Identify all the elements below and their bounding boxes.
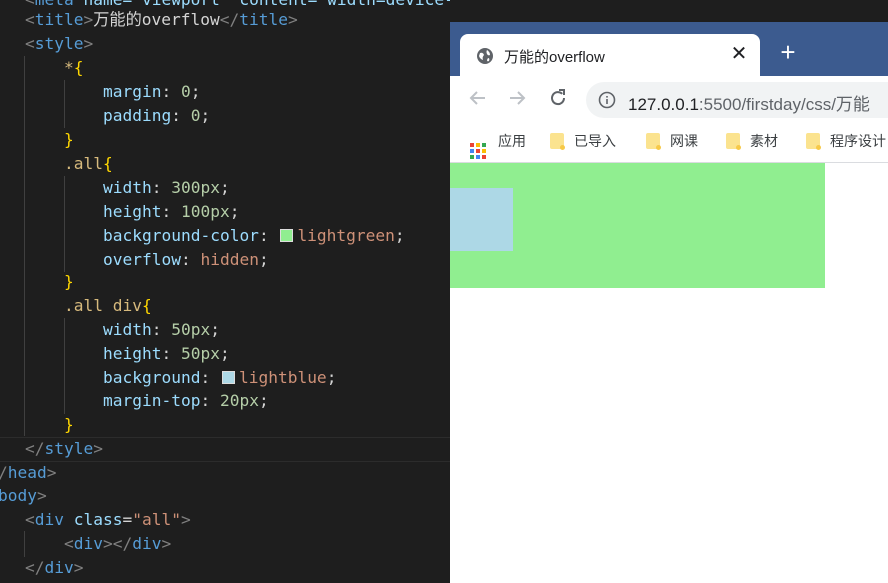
- bookmark-folder[interactable]: 已导入: [550, 131, 616, 151]
- folder-icon: [646, 133, 661, 150]
- indent-guide: [24, 56, 25, 436]
- close-icon[interactable]: ✕: [730, 43, 748, 65]
- code-line: }: [64, 130, 74, 149]
- bookmark-apps[interactable]: 应用: [470, 131, 526, 159]
- page-viewport: [450, 163, 888, 583]
- apps-grid-icon: [470, 143, 486, 159]
- color-swatch-lightgreen[interactable]: [280, 229, 294, 242]
- code-line: width: 50px;: [103, 320, 220, 339]
- code-line: height: 50px;: [103, 344, 230, 363]
- indent-guide: [24, 531, 25, 557]
- code-line: <title>万能的overflow</title>: [25, 10, 298, 29]
- code-line: .all{: [64, 154, 113, 173]
- code-line: <div class="all">: [25, 510, 191, 529]
- url-text[interactable]: 127.0.0.1:5500/firstday/css/万能: [628, 90, 870, 115]
- tab-strip: 万能的overflow ✕ +: [450, 22, 888, 76]
- browser-window: 万能的overflow ✕ + 127.0.0.1:5500/firstday/…: [450, 22, 888, 583]
- code-line: </div>: [25, 558, 84, 577]
- bookmark-folder[interactable]: 素材: [726, 131, 778, 151]
- inner-div-box: [450, 188, 513, 251]
- all-container-box: [450, 163, 825, 288]
- code-line: .all div{: [64, 296, 152, 315]
- tab-title: 万能的overflow: [504, 49, 605, 66]
- bookmarks-bar: 应用 已导入 网课 素材 程序设计: [450, 122, 888, 163]
- folder-icon: [550, 133, 565, 150]
- bookmark-folder[interactable]: 程序设计: [806, 131, 886, 151]
- code-line: body>: [0, 486, 47, 505]
- folder-icon: [806, 133, 821, 150]
- code-line: margin-top: 20px;: [103, 391, 269, 410]
- code-line: height: 100px;: [103, 202, 240, 221]
- info-icon[interactable]: [598, 91, 616, 109]
- code-line: width: 300px;: [103, 178, 230, 197]
- globe-icon: [477, 48, 493, 64]
- browser-toolbar: 127.0.0.1:5500/firstday/css/万能: [450, 76, 888, 122]
- code-editor[interactable]: <meta name="viewport" content="width=dev…: [0, 0, 450, 583]
- code-line: overflow: hidden;: [103, 250, 269, 269]
- browser-tab[interactable]: 万能的overflow ✕: [460, 34, 760, 76]
- code-line: </style>: [25, 439, 103, 458]
- code-line: background: lightblue;: [103, 368, 337, 387]
- code-line: /head>: [0, 463, 57, 482]
- indent-guide: [64, 318, 65, 414]
- reload-icon[interactable]: [546, 86, 570, 110]
- bookmark-folder[interactable]: 网课: [646, 131, 698, 151]
- code-line: *{: [64, 58, 84, 77]
- code-line: <div></div>: [64, 534, 172, 553]
- folder-icon: [726, 133, 741, 150]
- indent-guide: [64, 176, 65, 272]
- code-line: }: [64, 272, 74, 291]
- indent-guide: [64, 80, 65, 128]
- color-swatch-lightblue[interactable]: [221, 371, 235, 384]
- forward-arrow-icon[interactable]: [505, 86, 529, 110]
- back-arrow-icon[interactable]: [466, 86, 490, 110]
- code-line: padding: 0;: [103, 106, 211, 125]
- code-line: background-color: lightgreen;: [103, 226, 405, 245]
- code-line: <style>: [25, 34, 94, 53]
- code-line: }: [64, 415, 74, 434]
- address-bar[interactable]: 127.0.0.1:5500/firstday/css/万能: [586, 82, 888, 118]
- new-tab-button[interactable]: +: [776, 39, 800, 65]
- code-line: margin: 0;: [103, 82, 201, 101]
